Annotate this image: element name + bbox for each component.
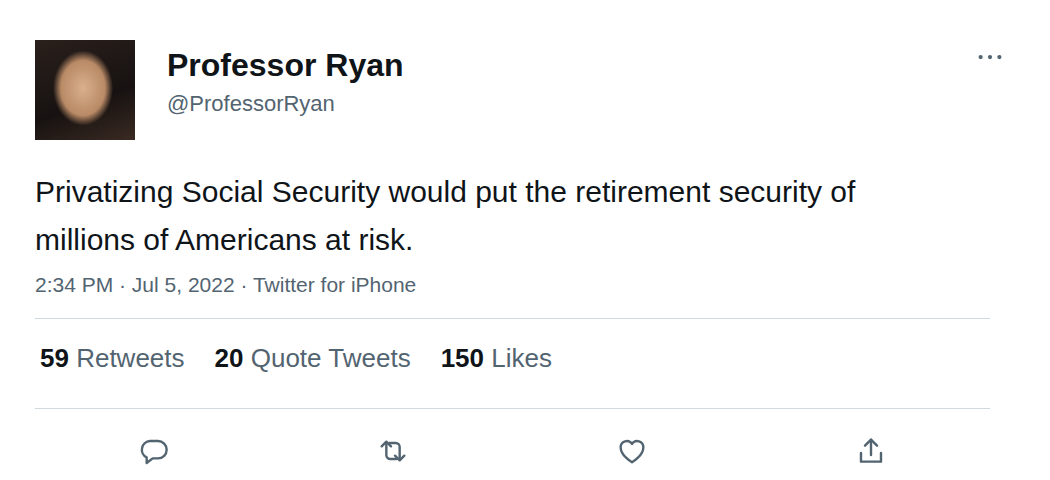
tweet-actions	[35, 409, 990, 467]
stat-label: Quote Tweets	[251, 343, 411, 373]
tweet-meta[interactable]: 2:34 PM · Jul 5, 2022 · Twitter for iPho…	[35, 270, 990, 300]
display-name[interactable]: Professor Ryan	[167, 45, 404, 85]
retweet-icon[interactable]	[377, 435, 409, 467]
profile-photo[interactable]	[35, 40, 135, 140]
user-handle[interactable]: @ProfessorRyan	[167, 89, 404, 119]
stat-label: Likes	[491, 343, 552, 373]
stat-item[interactable]: 150 Likes	[441, 338, 552, 378]
more-button[interactable]	[975, 42, 1005, 72]
stat-item[interactable]: 20 Quote Tweets	[215, 338, 411, 378]
stat-count: 150	[441, 343, 484, 373]
stat-count: 20	[215, 343, 244, 373]
tweet-text: Privatizing Social Security would put th…	[35, 168, 885, 264]
share-icon[interactable]	[855, 435, 887, 467]
stat-item[interactable]: 59 Retweets	[40, 338, 185, 378]
tweet-header: Professor Ryan @ProfessorRyan	[35, 40, 990, 140]
stat-label: Retweets	[76, 343, 184, 373]
like-icon[interactable]	[616, 435, 648, 467]
reply-icon[interactable]	[138, 435, 170, 467]
tweet-stats: 59 Retweets 20 Quote Tweets 150 Likes	[35, 318, 990, 409]
stat-count: 59	[40, 343, 69, 373]
more-icon	[975, 42, 1005, 72]
author-info: Professor Ryan @ProfessorRyan	[159, 40, 404, 119]
